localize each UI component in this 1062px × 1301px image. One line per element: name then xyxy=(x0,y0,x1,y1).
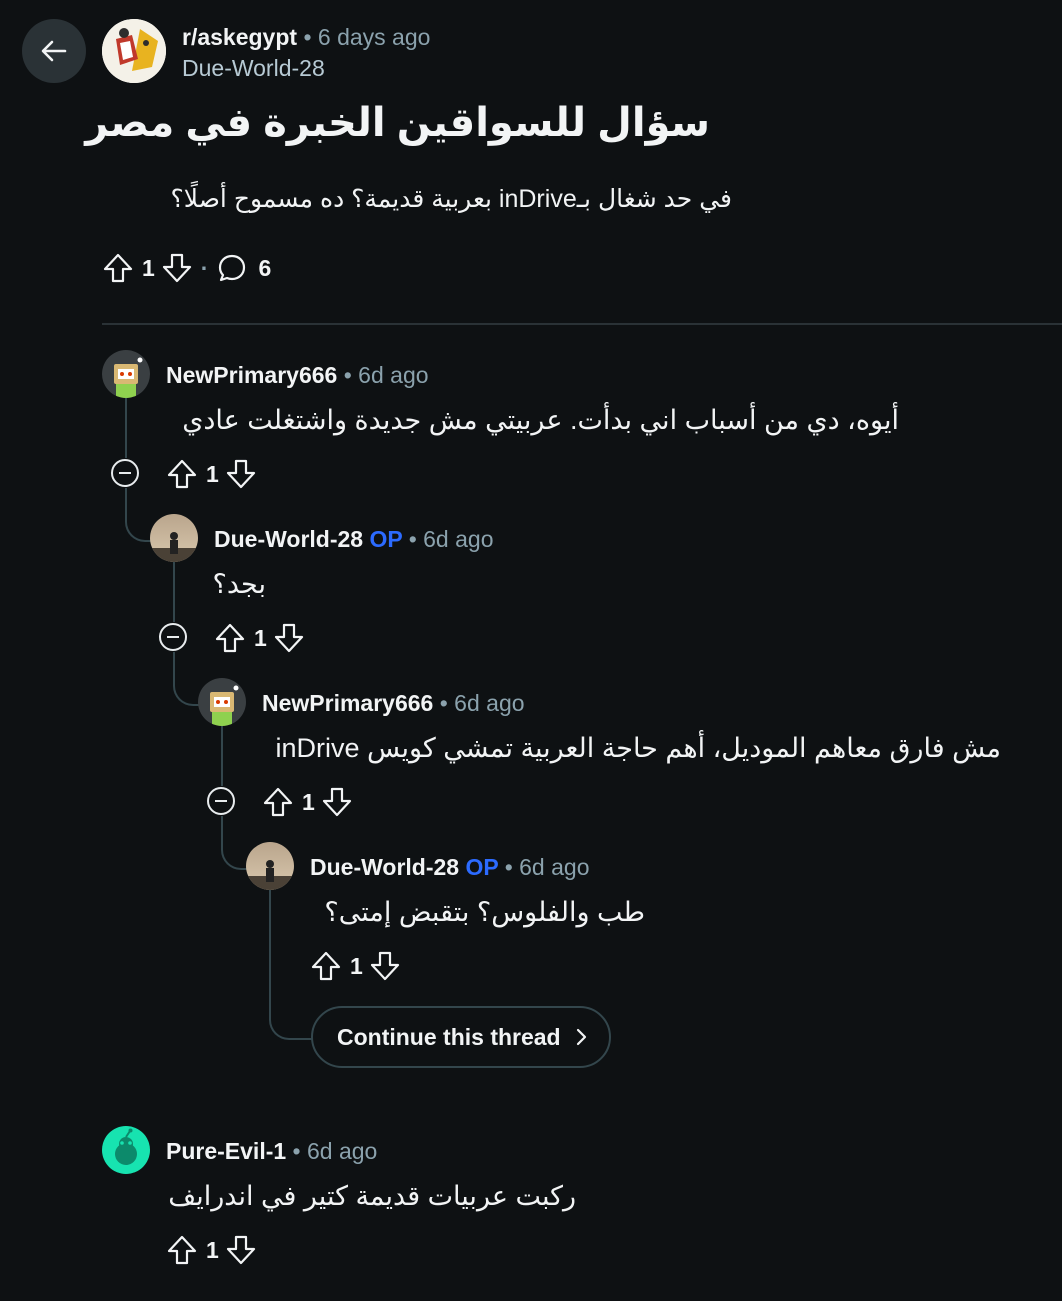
collapse-button[interactable] xyxy=(111,459,139,487)
post-author[interactable]: Due-World-28 xyxy=(182,55,325,82)
downvote-icon[interactable] xyxy=(369,950,401,982)
downvote-icon[interactable] xyxy=(161,252,193,284)
comment-body: أيوه، دي من أسباب اني بدأت. عربيتي مش جد… xyxy=(182,405,899,435)
thread-elbow xyxy=(173,652,201,706)
downvote-icon[interactable] xyxy=(321,786,353,818)
thread-elbow xyxy=(125,488,153,542)
thread-line xyxy=(173,562,175,622)
subreddit-avatar[interactable] xyxy=(102,19,166,83)
comment-header: NewPrimary666 • 6d ago xyxy=(166,362,429,389)
avatar[interactable] xyxy=(102,1126,150,1174)
downvote-icon[interactable] xyxy=(273,622,305,654)
comment-header: Due-World-28 OP • 6d ago xyxy=(310,854,590,881)
comment-author[interactable]: NewPrimary666 xyxy=(262,690,433,716)
subreddit-link[interactable]: r/askegypt xyxy=(182,24,297,50)
minus-icon xyxy=(215,800,227,802)
comment-icon[interactable] xyxy=(216,252,248,284)
continue-thread-label: Continue this thread xyxy=(337,1023,561,1050)
comment-body: بجد؟ xyxy=(212,569,266,599)
upvote-icon[interactable] xyxy=(102,252,134,284)
comment-score: 1 xyxy=(206,460,219,487)
op-badge: OP xyxy=(465,854,499,880)
avatar[interactable] xyxy=(102,350,150,398)
comment-time: • 6d ago xyxy=(504,854,590,880)
minus-icon xyxy=(167,636,179,638)
avatar[interactable] xyxy=(246,842,294,890)
comment-actions: 1 xyxy=(166,456,257,492)
op-badge: OP xyxy=(369,526,403,552)
continue-thread-button[interactable]: Continue this thread xyxy=(311,1006,611,1068)
comment-time: • 6d ago xyxy=(408,526,494,552)
downvote-icon[interactable] xyxy=(225,1234,257,1266)
collapse-button[interactable] xyxy=(159,623,187,651)
comment-author[interactable]: Due-World-28 xyxy=(214,526,363,552)
back-button[interactable] xyxy=(22,19,86,83)
comment-body: مش فارق معاهم الموديل، أهم حاجة العربية … xyxy=(275,733,1002,763)
comment-score: 1 xyxy=(302,788,315,815)
comment-score: 1 xyxy=(206,1236,219,1263)
comment-header: Due-World-28 OP • 6d ago xyxy=(214,526,494,553)
upvote-icon[interactable] xyxy=(166,458,198,490)
post-actions: 1 · 6 xyxy=(102,250,271,286)
post-header: r/askegypt • 6 days ago xyxy=(182,24,430,51)
upvote-icon[interactable] xyxy=(310,950,342,982)
upvote-icon[interactable] xyxy=(262,786,294,818)
thread-line xyxy=(125,398,127,458)
comment-time: • 6d ago xyxy=(439,690,525,716)
comment-actions: 1 xyxy=(262,784,353,820)
comment-time: • 6d ago xyxy=(292,1138,378,1164)
comment-body: ركبت عربيات قديمة كتير في اندرايف xyxy=(168,1181,576,1211)
collapse-button[interactable] xyxy=(207,787,235,815)
downvote-icon[interactable] xyxy=(225,458,257,490)
thread-line xyxy=(221,726,223,786)
comment-score: 1 xyxy=(254,624,267,651)
upvote-icon[interactable] xyxy=(214,622,246,654)
comment-actions: 1 xyxy=(310,948,401,984)
post-title: سؤال للسواقين الخبرة في مصر xyxy=(85,101,710,145)
upvote-icon[interactable] xyxy=(166,1234,198,1266)
comment-header: Pure-Evil-1 • 6d ago xyxy=(166,1138,377,1165)
comment-body: طب والفلوس؟ بتقبض إمتى؟ xyxy=(324,897,645,927)
comment-score: 1 xyxy=(350,952,363,979)
divider xyxy=(102,323,1062,325)
comment-author[interactable]: NewPrimary666 xyxy=(166,362,337,388)
post-time: • 6 days ago xyxy=(303,24,431,50)
separator-dot: · xyxy=(200,254,209,281)
comments-count: 6 xyxy=(258,254,272,281)
comment-actions: 1 xyxy=(214,620,305,656)
avatar[interactable] xyxy=(150,514,198,562)
thread-elbow xyxy=(269,890,313,1040)
comment-author[interactable]: Due-World-28 xyxy=(310,854,459,880)
comment-author[interactable]: Pure-Evil-1 xyxy=(166,1138,286,1164)
thread-elbow xyxy=(221,816,249,870)
post-body: في حد شغال بـinDrive بعربية قديمة؟ ده مس… xyxy=(170,185,732,213)
minus-icon xyxy=(119,472,131,474)
chevron-right-icon xyxy=(576,1028,586,1046)
comment-time: • 6d ago xyxy=(343,362,429,388)
comment-actions: 1 xyxy=(166,1232,257,1268)
avatar[interactable] xyxy=(198,678,246,726)
post-score: 1 xyxy=(142,254,155,281)
arrow-left-icon xyxy=(41,40,67,62)
comment-header: NewPrimary666 • 6d ago xyxy=(262,690,525,717)
